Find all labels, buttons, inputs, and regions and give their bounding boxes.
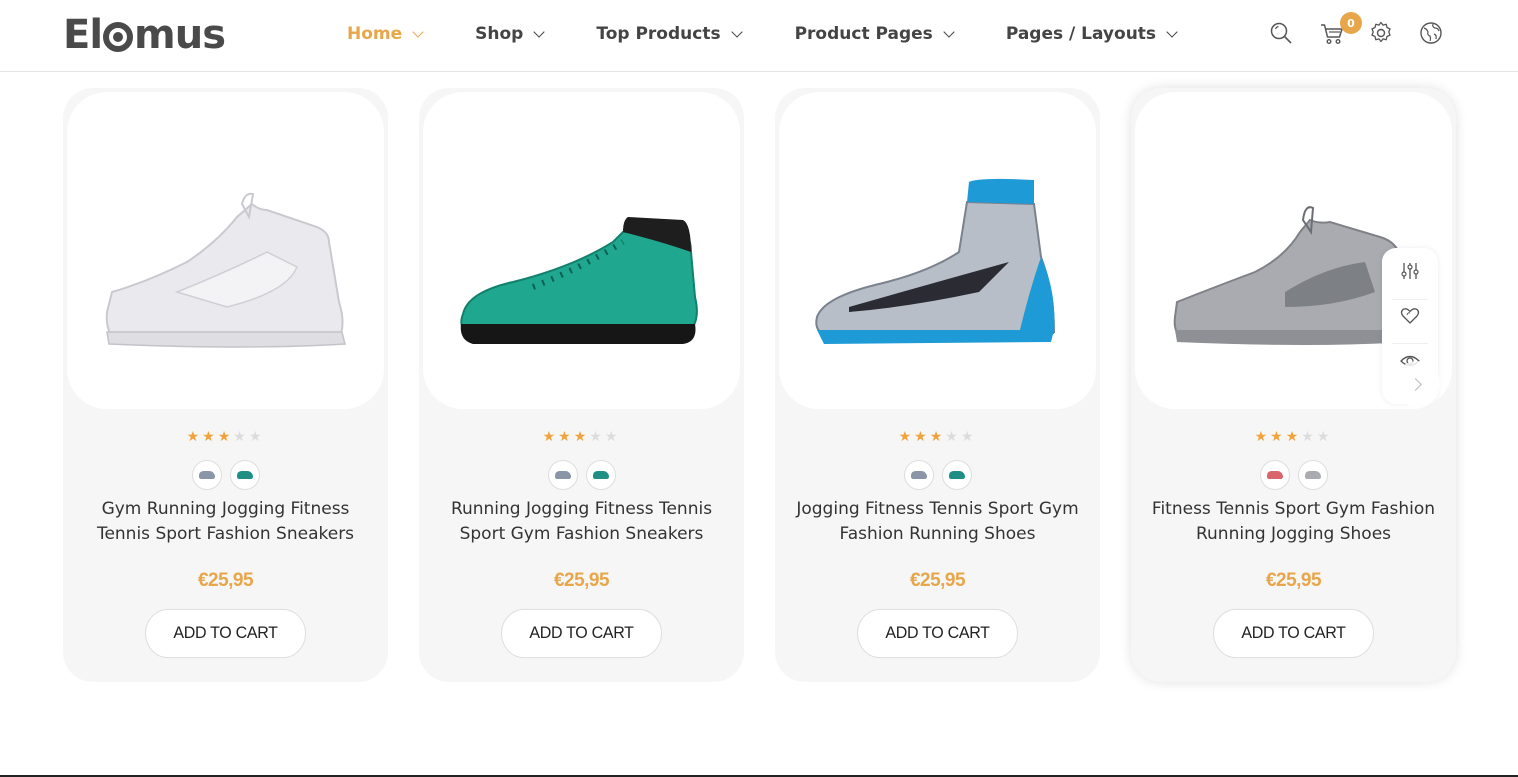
nav-item-shop[interactable]: Shop <box>475 24 546 44</box>
star-icon: ★ <box>573 429 590 445</box>
star-icon: ★ <box>604 429 621 445</box>
nav-label: Shop <box>475 24 524 44</box>
star-icon: ★ <box>960 429 977 445</box>
divider <box>1392 299 1428 300</box>
cart-count-badge: 0 <box>1340 12 1362 34</box>
swatch-option[interactable] <box>229 460 260 490</box>
sneaker-image <box>460 217 698 344</box>
product-price: €25,95 <box>197 570 254 591</box>
product-title[interactable]: Jogging Fitness Tennis Sport Gym Fashion… <box>785 497 1090 547</box>
swatch-option[interactable] <box>1259 460 1290 490</box>
star-icon: ★ <box>202 429 218 445</box>
product-image[interactable] <box>779 92 1096 409</box>
nav-label: Product Pages <box>794 24 933 44</box>
color-swatches <box>63 460 388 490</box>
product-card[interactable]: ★★★★★ Running Jogging Fitness Tennis Spo… <box>419 88 744 682</box>
star-icon: ★ <box>233 429 249 445</box>
product-title[interactable]: Running Jogging Fitness Tennis Sport Gym… <box>429 497 734 547</box>
main-nav: Home Shop Top Products Product Pages Pag… <box>347 22 1230 46</box>
swatch-thumb <box>554 471 571 479</box>
product-card[interactable]: ★★★★★ Jogging Fitness Tennis Sport Gym F… <box>775 88 1100 682</box>
star-icon: ★ <box>589 429 605 445</box>
star-icon: ★ <box>1270 429 1286 445</box>
search-icon[interactable] <box>1268 20 1294 46</box>
site-header: El mus Home Shop Top Products Product Pa… <box>0 0 1518 72</box>
sneaker-image <box>815 178 1056 344</box>
swatch-option[interactable] <box>903 460 934 490</box>
star-icon: ★ <box>186 429 203 445</box>
nav-label: Top Products <box>596 24 721 44</box>
swatch-thumb <box>236 471 253 479</box>
product-image[interactable] <box>423 92 740 409</box>
star-icon: ★ <box>217 429 234 445</box>
star-icon: ★ <box>945 429 961 445</box>
add-to-cart-button[interactable]: ADD TO CART <box>857 608 1018 659</box>
rating-stars: ★★★★★ <box>1131 429 1456 445</box>
nav-item-home[interactable]: Home <box>347 24 424 44</box>
swatch-thumb <box>198 471 215 479</box>
swatch-option[interactable] <box>191 460 222 490</box>
swatch-thumb <box>948 471 965 479</box>
sneaker-image <box>105 192 346 348</box>
star-icon: ★ <box>1301 429 1317 445</box>
add-to-cart-button[interactable]: ADD TO CART <box>501 608 662 659</box>
product-title[interactable]: Gym Running Jogging Fitness Tennis Sport… <box>73 497 378 547</box>
add-to-cart-button[interactable]: ADD TO CART <box>145 608 306 659</box>
swatch-thumb <box>910 471 927 479</box>
swatch-option[interactable] <box>585 460 616 490</box>
product-title[interactable]: Fitness Tennis Sport Gym Fashion Running… <box>1141 497 1446 547</box>
logo-gear-icon <box>103 22 134 52</box>
logo-text-right: mus <box>134 12 226 58</box>
chevron-down-icon <box>533 26 546 38</box>
rating-stars: ★★★★★ <box>63 429 388 445</box>
swatch-thumb <box>592 471 609 479</box>
swatch-option[interactable] <box>1297 460 1328 490</box>
rating-stars: ★★★★★ <box>775 429 1100 445</box>
swatch-option[interactable] <box>941 460 972 490</box>
swatch-option[interactable] <box>547 460 578 490</box>
globe-icon[interactable] <box>1418 20 1444 46</box>
chevron-down-icon <box>412 26 424 38</box>
star-icon: ★ <box>929 429 946 445</box>
swatch-thumb <box>1304 471 1321 479</box>
site-logo[interactable]: El mus <box>63 12 226 58</box>
chevron-right-icon <box>1408 377 1422 391</box>
star-icon: ★ <box>898 429 915 445</box>
nav-label: Pages / Layouts <box>1005 24 1157 44</box>
product-price: €25,95 <box>553 570 610 591</box>
product-price: €25,95 <box>1265 570 1322 591</box>
gear-icon[interactable] <box>1368 20 1394 46</box>
color-swatches <box>1131 460 1456 490</box>
star-icon: ★ <box>914 429 930 445</box>
chevron-down-icon <box>1166 26 1178 38</box>
nav-item-pages-layouts[interactable]: Pages / Layouts <box>1005 24 1178 44</box>
nav-item-product-pages[interactable]: Product Pages <box>794 24 955 44</box>
product-image[interactable] <box>67 92 384 409</box>
star-icon: ★ <box>1285 429 1302 445</box>
color-swatches <box>419 460 744 490</box>
product-card[interactable]: ★★★★★ Gym Running Jogging Fitness Tennis… <box>63 88 388 682</box>
compare-icon[interactable] <box>1400 261 1420 281</box>
wishlist-heart-icon[interactable] <box>1400 306 1420 326</box>
chevron-down-icon <box>730 26 743 38</box>
swatch-thumb <box>1266 471 1283 479</box>
add-to-cart-button[interactable]: ADD TO CART <box>1213 608 1374 659</box>
nav-label: Home <box>347 24 403 44</box>
color-swatches <box>775 460 1100 490</box>
star-icon: ★ <box>542 429 559 445</box>
star-icon: ★ <box>1254 429 1271 445</box>
star-icon: ★ <box>1316 429 1333 445</box>
nav-item-top-products[interactable]: Top Products <box>596 24 743 44</box>
rating-stars: ★★★★★ <box>419 429 744 445</box>
carousel-next-button[interactable] <box>1394 361 1440 407</box>
divider <box>1392 343 1428 344</box>
product-price: €25,95 <box>909 570 966 591</box>
star-icon: ★ <box>248 429 265 445</box>
star-icon: ★ <box>558 429 574 445</box>
chevron-down-icon <box>943 26 955 38</box>
logo-text-left: El <box>63 12 103 58</box>
